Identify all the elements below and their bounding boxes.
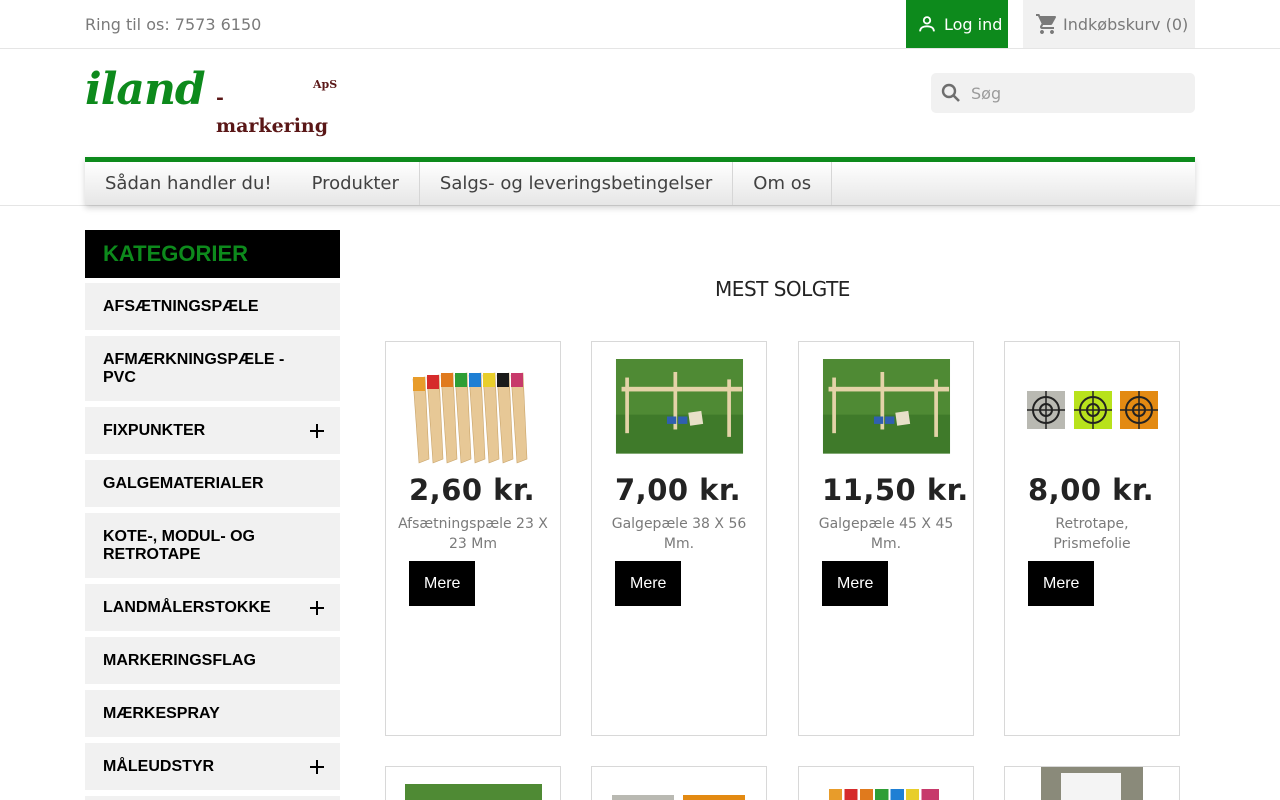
- product-image[interactable]: [612, 795, 674, 800]
- category-item[interactable]: GALGEMATERIALER: [85, 460, 340, 507]
- category-item[interactable]: LANDMÅLERSTOKKE: [85, 584, 340, 631]
- category-item[interactable]: [85, 796, 340, 800]
- more-button[interactable]: Mere: [1028, 561, 1095, 606]
- expand-plus-icon[interactable]: [310, 600, 324, 615]
- category-label: GALGEMATERIALER: [103, 474, 264, 492]
- phone-number: Ring til os: 7573 6150: [85, 15, 262, 34]
- cart-button[interactable]: Indkøbskurv (0): [1023, 0, 1195, 48]
- product-image[interactable]: [405, 359, 542, 469]
- category-item[interactable]: AFSÆTNINGSPÆLE: [85, 283, 340, 330]
- more-button[interactable]: Mere: [615, 561, 682, 606]
- product-image[interactable]: [1024, 359, 1161, 469]
- nav-item-how-to-buy[interactable]: Sådan handler du!: [85, 162, 292, 205]
- product-card[interactable]: [591, 766, 767, 800]
- category-label: LANDMÅLERSTOKKE: [103, 598, 271, 616]
- product-card[interactable]: 8,00 kr. Retrotape, Prismefolie Mere: [1004, 341, 1180, 736]
- category-item[interactable]: MÆRKESPRAY: [85, 690, 340, 737]
- more-button[interactable]: Mere: [822, 561, 889, 606]
- category-label: FIXPUNKTER: [103, 421, 206, 439]
- category-label: MÅLEUDSTYR: [103, 757, 215, 775]
- logo-sub-text: - markering: [216, 87, 329, 137]
- expand-plus-icon[interactable]: [310, 423, 324, 438]
- product-card[interactable]: [798, 766, 974, 800]
- logo-aps-text: ApS: [313, 78, 338, 91]
- product-name[interactable]: Galgepæle 38 X 56 Mm.: [604, 514, 754, 554]
- category-label: KOTE-, MODUL- OG RETROTAPE: [103, 527, 255, 563]
- category-label: AFSÆTNINGSPÆLE: [103, 297, 259, 315]
- search-bar: [931, 73, 1195, 113]
- product-card[interactable]: 2,60 kr. Afsætningspæle 23 X 23 Mm Mere: [385, 341, 561, 736]
- product-image[interactable]: [405, 784, 542, 800]
- search-icon[interactable]: [939, 81, 963, 105]
- categories-heading: KATEGORIER: [85, 230, 340, 278]
- category-item[interactable]: MÅLEUDSTYR: [85, 743, 340, 790]
- category-item[interactable]: MARKERINGSFLAG: [85, 637, 340, 684]
- product-image[interactable]: [829, 789, 939, 800]
- search-input[interactable]: [971, 83, 1171, 103]
- logo-main-text: iland: [85, 64, 206, 115]
- product-price: 7,00 kr.: [615, 473, 742, 507]
- cart-label: Indkøbskurv (0): [1063, 14, 1189, 34]
- section-title: MEST SOLGTE: [715, 277, 850, 301]
- category-label: AFMÆRKNINGSPÆLE - PVC: [103, 350, 285, 386]
- category-item[interactable]: FIXPUNKTER: [85, 407, 340, 454]
- login-label: Log ind: [944, 14, 1003, 34]
- product-name[interactable]: Afsætningspæle 23 X 23 Mm: [398, 514, 548, 554]
- product-image[interactable]: [683, 795, 745, 800]
- more-button[interactable]: Mere: [409, 561, 476, 606]
- product-card[interactable]: 7,00 kr. Galgepæle 38 X 56 Mm. Mere: [591, 341, 767, 736]
- product-price: 11,50 kr.: [822, 473, 969, 507]
- nav-item-products[interactable]: Produkter: [292, 162, 420, 205]
- product-name[interactable]: Retrotape, Prismefolie: [1017, 514, 1167, 554]
- product-price: 2,60 kr.: [409, 473, 536, 507]
- product-image[interactable]: [1041, 767, 1143, 800]
- nav-item-terms[interactable]: Salgs- og leveringsbetingelser: [420, 162, 734, 205]
- top-bar: Ring til os: 7573 6150 Log ind Indkøbsku…: [0, 0, 1280, 49]
- nav-item-about[interactable]: Om os: [733, 162, 833, 205]
- product-card[interactable]: 11,50 kr. Galgepæle 45 X 45 Mm. Mere: [798, 341, 974, 736]
- user-icon: [919, 16, 935, 32]
- product-price: 8,00 kr.: [1028, 473, 1155, 507]
- shopping-cart-icon: [1036, 14, 1056, 34]
- product-image[interactable]: [818, 359, 955, 461]
- category-label: MARKERINGSFLAG: [103, 651, 256, 669]
- site-logo[interactable]: iland - markering ApS: [85, 64, 340, 137]
- product-card[interactable]: [1004, 766, 1180, 800]
- category-item[interactable]: AFMÆRKNINGSPÆLE - PVC: [85, 336, 340, 401]
- product-card[interactable]: [385, 766, 561, 800]
- expand-plus-icon[interactable]: [310, 759, 324, 774]
- category-label: MÆRKESPRAY: [103, 704, 220, 722]
- product-image[interactable]: [611, 359, 748, 461]
- product-name[interactable]: Galgepæle 45 X 45 Mm.: [811, 514, 961, 554]
- main-navigation-wrapper: Sådan handler du! Produkter Salgs- og le…: [0, 157, 1280, 206]
- login-button[interactable]: Log ind: [906, 0, 1008, 48]
- category-item[interactable]: KOTE-, MODUL- OG RETROTAPE: [85, 513, 340, 578]
- main-navigation: Sådan handler du! Produkter Salgs- og le…: [85, 157, 1195, 205]
